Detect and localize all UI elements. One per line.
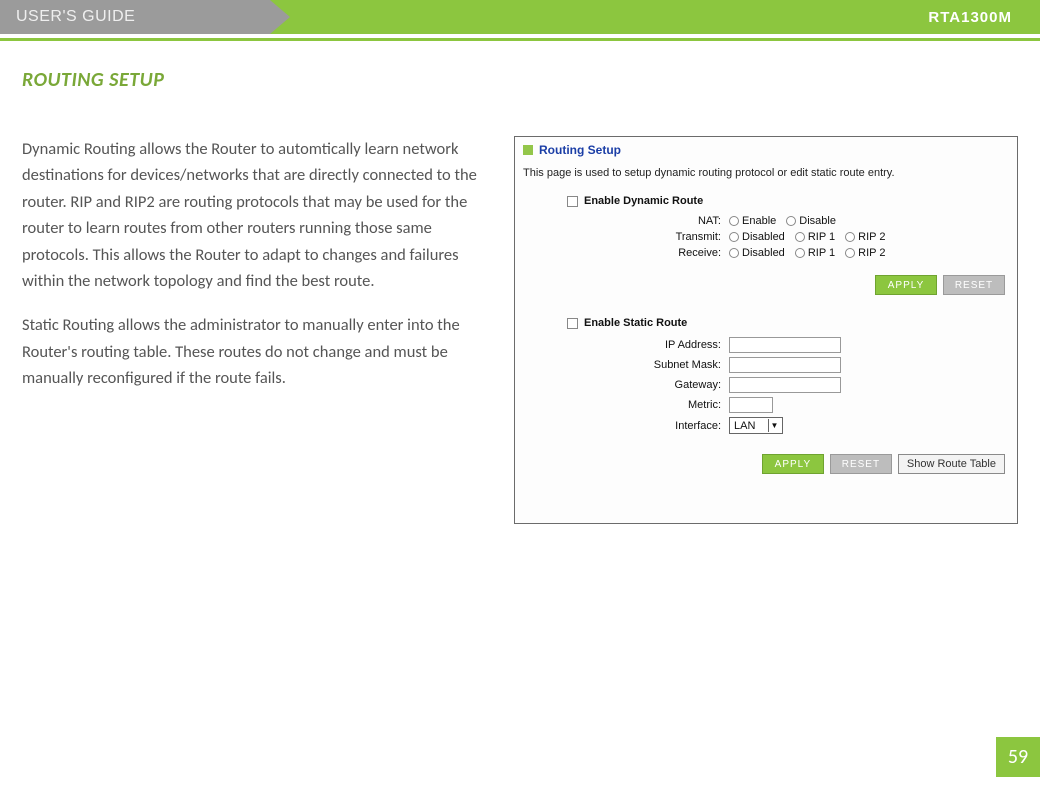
radio-icon bbox=[729, 248, 739, 258]
gateway-row: Gateway: bbox=[523, 377, 1009, 393]
enable-static-checkbox[interactable] bbox=[567, 318, 578, 329]
paragraph-dynamic: Dynamic Routing allows the Router to aut… bbox=[22, 136, 490, 294]
receive-row: Receive: Disabled RIP 1 RIP 2 bbox=[523, 247, 1009, 259]
receive-rip1-option[interactable]: RIP 1 bbox=[795, 247, 835, 259]
nat-disable-option[interactable]: Disable bbox=[786, 215, 836, 227]
bullet-icon bbox=[523, 145, 533, 155]
enable-dynamic-row: Enable Dynamic Route bbox=[567, 195, 1009, 207]
nat-row: NAT: Enable Disable bbox=[523, 215, 1009, 227]
guide-label: USER'S GUIDE bbox=[16, 8, 135, 26]
page-number-badge: 59 bbox=[996, 737, 1040, 777]
enable-static-row: Enable Static Route bbox=[567, 317, 1009, 329]
receive-opt2: RIP 2 bbox=[858, 247, 885, 259]
radio-icon bbox=[786, 216, 796, 226]
chevron-down-icon: ▼ bbox=[768, 419, 780, 432]
nat-enable-label: Enable bbox=[742, 215, 776, 227]
interface-row: Interface: LAN ▼ bbox=[523, 417, 1009, 434]
radio-icon bbox=[795, 232, 805, 242]
transmit-opt0: Disabled bbox=[742, 231, 785, 243]
apply-button[interactable]: APPLY bbox=[875, 275, 937, 295]
ip-input[interactable] bbox=[729, 337, 841, 353]
content-area: ROUTING SETUP Dynamic Routing allows the… bbox=[22, 68, 1018, 524]
apply-button[interactable]: APPLY bbox=[762, 454, 824, 474]
dynamic-button-row: APPLY RESET bbox=[523, 275, 1005, 295]
transmit-label: Transmit: bbox=[523, 231, 729, 243]
chevron-icon bbox=[270, 0, 290, 34]
receive-radio-group: Disabled RIP 1 RIP 2 bbox=[729, 247, 885, 259]
gateway-label: Gateway: bbox=[523, 379, 729, 391]
radio-icon bbox=[845, 232, 855, 242]
enable-dynamic-checkbox[interactable] bbox=[567, 196, 578, 207]
metric-label: Metric: bbox=[523, 399, 729, 411]
panel-inner: Routing Setup This page is used to setup… bbox=[515, 137, 1017, 482]
nat-enable-option[interactable]: Enable bbox=[729, 215, 776, 227]
enable-dynamic-label: Enable Dynamic Route bbox=[584, 195, 703, 207]
panel-title-row: Routing Setup bbox=[523, 143, 1009, 157]
reset-button[interactable]: RESET bbox=[943, 275, 1005, 295]
transmit-radio-group: Disabled RIP 1 RIP 2 bbox=[729, 231, 885, 243]
receive-label: Receive: bbox=[523, 247, 729, 259]
transmit-opt1: RIP 1 bbox=[808, 231, 835, 243]
interface-select[interactable]: LAN ▼ bbox=[729, 417, 783, 434]
product-model: RTA1300M bbox=[928, 9, 1012, 26]
mask-row: Subnet Mask: bbox=[523, 357, 1009, 373]
nat-label: NAT: bbox=[523, 215, 729, 227]
radio-icon bbox=[845, 248, 855, 258]
ip-label: IP Address: bbox=[523, 339, 729, 351]
metric-row: Metric: bbox=[523, 397, 1009, 413]
header-band: RTA1300M USER'S GUIDE bbox=[0, 0, 1040, 46]
interface-label: Interface: bbox=[523, 420, 729, 432]
page-number: 59 bbox=[1008, 745, 1028, 769]
mask-input[interactable] bbox=[729, 357, 841, 373]
ip-row: IP Address: bbox=[523, 337, 1009, 353]
nat-radio-group: Enable Disable bbox=[729, 215, 836, 227]
paragraph-static: Static Routing allows the administrator … bbox=[22, 312, 490, 391]
mask-label: Subnet Mask: bbox=[523, 359, 729, 371]
config-panel: Routing Setup This page is used to setup… bbox=[514, 136, 1018, 524]
radio-icon bbox=[795, 248, 805, 258]
header-greenline bbox=[0, 38, 1040, 41]
gateway-input[interactable] bbox=[729, 377, 841, 393]
transmit-disabled-option[interactable]: Disabled bbox=[729, 231, 785, 243]
two-column-layout: Dynamic Routing allows the Router to aut… bbox=[22, 136, 1018, 524]
enable-static-label: Enable Static Route bbox=[584, 317, 687, 329]
radio-icon bbox=[729, 216, 739, 226]
receive-opt1: RIP 1 bbox=[808, 247, 835, 259]
transmit-rip1-option[interactable]: RIP 1 bbox=[795, 231, 835, 243]
receive-opt0: Disabled bbox=[742, 247, 785, 259]
metric-input[interactable] bbox=[729, 397, 773, 413]
header-grey-bar: USER'S GUIDE bbox=[0, 0, 270, 34]
description-column: Dynamic Routing allows the Router to aut… bbox=[22, 136, 490, 524]
transmit-rip2-option[interactable]: RIP 2 bbox=[845, 231, 885, 243]
static-button-row: APPLY RESET Show Route Table bbox=[523, 454, 1005, 474]
transmit-opt2: RIP 2 bbox=[858, 231, 885, 243]
show-route-table-button[interactable]: Show Route Table bbox=[898, 454, 1005, 474]
panel-description: This page is used to setup dynamic routi… bbox=[523, 167, 1009, 179]
panel-title: Routing Setup bbox=[539, 143, 621, 157]
receive-rip2-option[interactable]: RIP 2 bbox=[845, 247, 885, 259]
section-title: ROUTING SETUP bbox=[22, 68, 1018, 92]
transmit-row: Transmit: Disabled RIP 1 RIP 2 bbox=[523, 231, 1009, 243]
receive-disabled-option[interactable]: Disabled bbox=[729, 247, 785, 259]
nat-disable-label: Disable bbox=[799, 215, 836, 227]
interface-value: LAN bbox=[734, 420, 755, 432]
radio-icon bbox=[729, 232, 739, 242]
reset-button[interactable]: RESET bbox=[830, 454, 892, 474]
header-green-bar: RTA1300M bbox=[270, 0, 1040, 34]
